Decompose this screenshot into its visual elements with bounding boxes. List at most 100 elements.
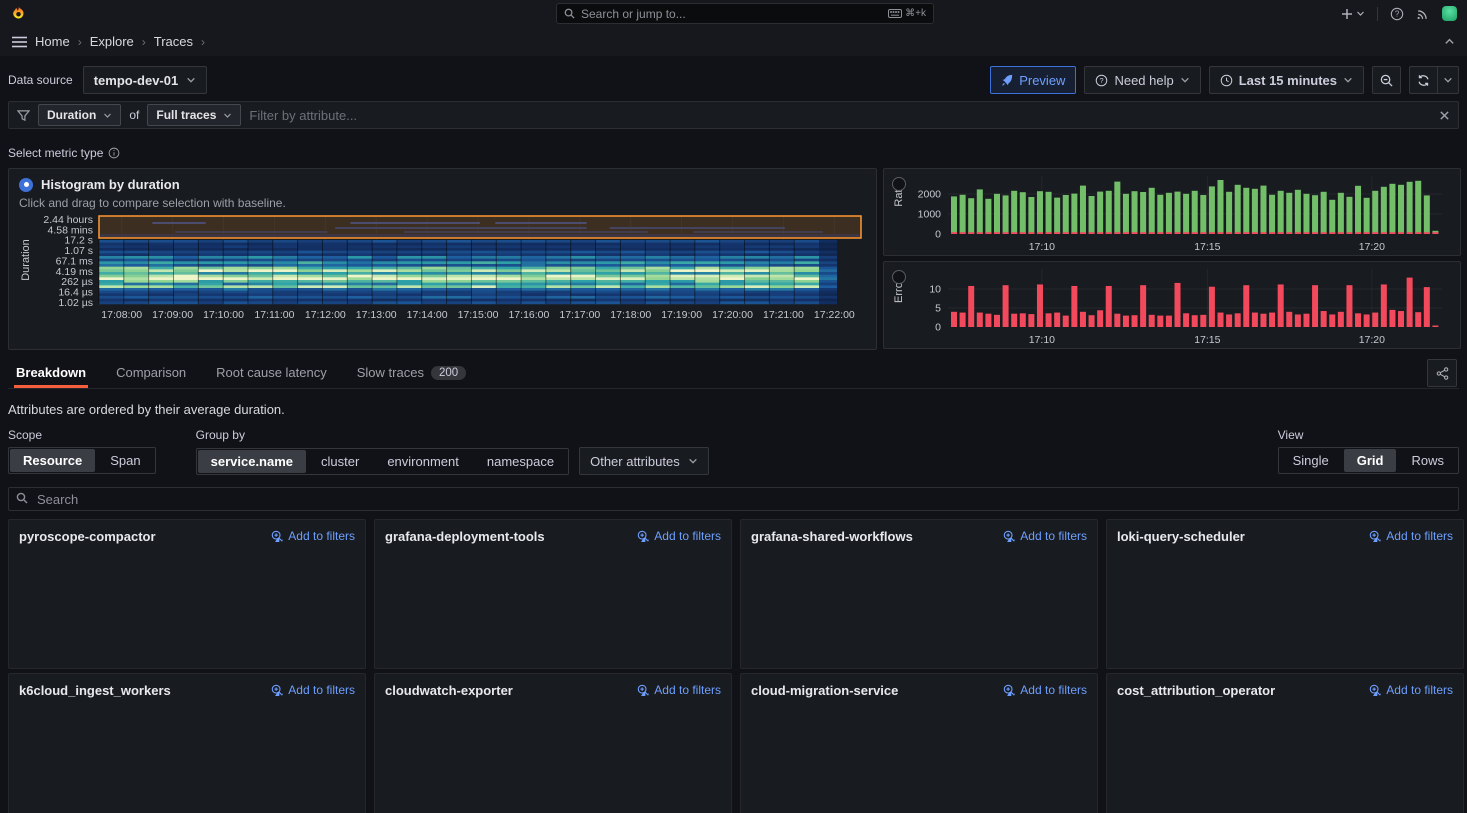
svg-text:17:13:00: 17:13:00 [356, 309, 397, 321]
svg-text:0: 0 [935, 229, 941, 241]
datasource-select[interactable]: tempo-dev-01 [83, 66, 208, 94]
breadcrumb-item[interactable]: Traces [154, 34, 193, 49]
svg-text:?: ? [1100, 75, 1104, 84]
refresh-interval-dropdown[interactable] [1438, 66, 1459, 94]
scope-option-resource[interactable]: Resource [10, 449, 95, 472]
question-circle-icon: ? [1095, 74, 1108, 87]
view-option-rows[interactable]: Rows [1398, 449, 1457, 472]
service-title: cost_attribution_operator [1117, 683, 1275, 698]
svg-text:17:15:00: 17:15:00 [458, 309, 499, 321]
magnifier-plus-icon: 4.17 mins3.33 mins2.50 mins1.67 mins50 s… [1003, 684, 1015, 696]
magnifier-plus-icon: 4.17 mins3.33 mins2.50 mins1.67 mins50 s… [637, 530, 649, 542]
svg-text:17:10: 17:10 [1029, 334, 1055, 346]
add-to-filters-link[interactable]: 4.17 mins3.33 mins2.50 mins1.67 mins50 s… [271, 683, 355, 697]
global-search-input[interactable]: Search or jump to... ⌘+k [556, 3, 934, 24]
add-to-filters-link[interactable]: 4.17 mins3.33 mins2.50 mins1.67 mins50 s… [271, 529, 355, 543]
clock-icon [1220, 74, 1233, 87]
tab-slow-traces[interactable]: Slow traces200 [355, 359, 468, 388]
clear-filter-close-icon[interactable] [1439, 110, 1450, 121]
breadcrumb-separator: › [142, 35, 146, 49]
user-avatar[interactable] [1442, 6, 1457, 21]
errors-radio[interactable] [892, 270, 906, 284]
service-title: cloud-migration-service [751, 683, 898, 698]
service-duration-chart[interactable] [751, 547, 1087, 663]
service-duration-chart[interactable] [385, 701, 721, 813]
breadcrumb-item[interactable]: Explore [90, 34, 134, 49]
tab-comparison[interactable]: Comparison [114, 359, 188, 388]
service-title: grafana-deployment-tools [385, 529, 545, 544]
info-circle-icon[interactable] [108, 147, 120, 159]
service-duration-chart[interactable] [1117, 547, 1453, 663]
errors-bar-chart[interactable]: Errors051017:1017:1517:20 [892, 263, 1452, 349]
chevron-down-icon [103, 111, 112, 120]
svg-text:Duration: Duration [20, 239, 32, 281]
attribute-filter-input[interactable]: Filter by attribute... [249, 108, 1431, 123]
scope-option-span[interactable]: Span [97, 449, 153, 472]
histogram-radio[interactable] [19, 178, 33, 192]
grafana-logo[interactable] [10, 5, 27, 22]
service-duration-chart[interactable] [751, 701, 1087, 813]
chevron-down-icon [1356, 9, 1365, 18]
svg-text:4.17 mins: 4.17 mins [641, 691, 649, 696]
groupby-option-environment[interactable]: environment [374, 450, 472, 473]
add-to-filters-link[interactable]: 4.17 mins3.33 mins2.50 mins1.67 mins50 s… [1369, 529, 1453, 543]
tab-breakdown[interactable]: Breakdown [14, 359, 88, 388]
duration-filter-dropdown[interactable]: Duration [38, 104, 121, 126]
groupby-option-cluster[interactable]: cluster [308, 450, 372, 473]
top-nav: Search or jump to... ⌘+k ? [0, 0, 1467, 27]
add-new-button[interactable] [1341, 8, 1365, 20]
service-grid: pyroscope-compactor 4.17 mins3.33 mins2.… [8, 519, 1459, 813]
view-option-single[interactable]: Single [1280, 449, 1342, 472]
add-to-filters-link[interactable]: 4.17 mins3.33 mins2.50 mins1.67 mins50 s… [1003, 529, 1087, 543]
chevron-down-icon [688, 456, 698, 466]
service-title: cloudwatch-exporter [385, 683, 513, 698]
chevron-down-icon [186, 75, 196, 85]
zoom-out-time-button[interactable] [1372, 66, 1401, 94]
svg-text:4.17 mins: 4.17 mins [1007, 691, 1015, 696]
add-to-filters-link[interactable]: 4.17 mins3.33 mins2.50 mins1.67 mins50 s… [637, 683, 721, 697]
view-group: View SingleGridRows [1278, 428, 1459, 474]
preview-button[interactable]: Preview [990, 66, 1076, 94]
of-label: of [129, 108, 139, 122]
errors-panel: Errors051017:1017:1517:20 [883, 261, 1461, 349]
svg-text:17:12:00: 17:12:00 [305, 309, 346, 321]
share-alt-icon [1436, 367, 1449, 380]
refresh-button[interactable] [1409, 66, 1438, 94]
help-icon[interactable]: ? [1390, 7, 1404, 21]
service-duration-chart[interactable] [385, 547, 721, 663]
tab-count-badge: 200 [431, 366, 466, 380]
tab-root-cause-latency[interactable]: Root cause latency [214, 359, 329, 388]
svg-text:17:08:00: 17:08:00 [101, 309, 142, 321]
breakdown-search-input[interactable] [8, 487, 1459, 511]
traces-type-dropdown[interactable]: Full traces [147, 104, 241, 126]
view-option-grid[interactable]: Grid [1344, 449, 1397, 472]
add-to-filters-link[interactable]: 4.17 mins3.33 mins2.50 mins1.67 mins50 s… [1369, 683, 1453, 697]
svg-text:17:15: 17:15 [1194, 334, 1220, 346]
add-to-filters-link[interactable]: 4.17 mins3.33 mins2.50 mins1.67 mins50 s… [637, 529, 721, 543]
groupby-option-namespace[interactable]: namespace [474, 450, 567, 473]
datasource-label: Data source [8, 73, 73, 87]
histogram-panel: Histogram by duration Click and drag to … [8, 168, 877, 350]
svg-text:1.02 µs: 1.02 µs [58, 297, 93, 309]
other-attributes-select[interactable]: Other attributes [579, 447, 709, 475]
svg-text:17:19:00: 17:19:00 [661, 309, 702, 321]
service-duration-chart[interactable] [1117, 701, 1453, 813]
rate-radio[interactable] [892, 177, 906, 191]
menu-hamburger-icon[interactable] [12, 36, 27, 48]
collapse-chevron-up-icon[interactable] [1444, 36, 1455, 47]
news-rss-icon[interactable] [1416, 7, 1430, 21]
share-button[interactable] [1427, 359, 1457, 387]
breadcrumb-item[interactable]: Home [35, 34, 70, 49]
need-help-button[interactable]: ? Need help [1084, 66, 1200, 94]
scope-group: Scope ResourceSpan [8, 428, 156, 474]
search-row [8, 487, 1459, 511]
svg-text:?: ? [1395, 9, 1400, 18]
add-to-filters-link[interactable]: 4.17 mins3.33 mins2.50 mins1.67 mins50 s… [1003, 683, 1087, 697]
duration-heatmap-chart[interactable]: Duration2.44 hours4.58 mins17.2 s1.07 s6… [19, 214, 868, 336]
rate-bar-chart[interactable]: Rate01000200017:1017:1517:20 [892, 170, 1452, 256]
service-duration-chart[interactable] [19, 547, 355, 663]
service-duration-chart[interactable] [19, 701, 355, 813]
groupby-option-service-name[interactable]: service.name [198, 450, 306, 473]
service-panel: grafana-deployment-tools 4.17 mins3.33 m… [374, 519, 732, 669]
time-range-picker[interactable]: Last 15 minutes [1209, 66, 1364, 94]
